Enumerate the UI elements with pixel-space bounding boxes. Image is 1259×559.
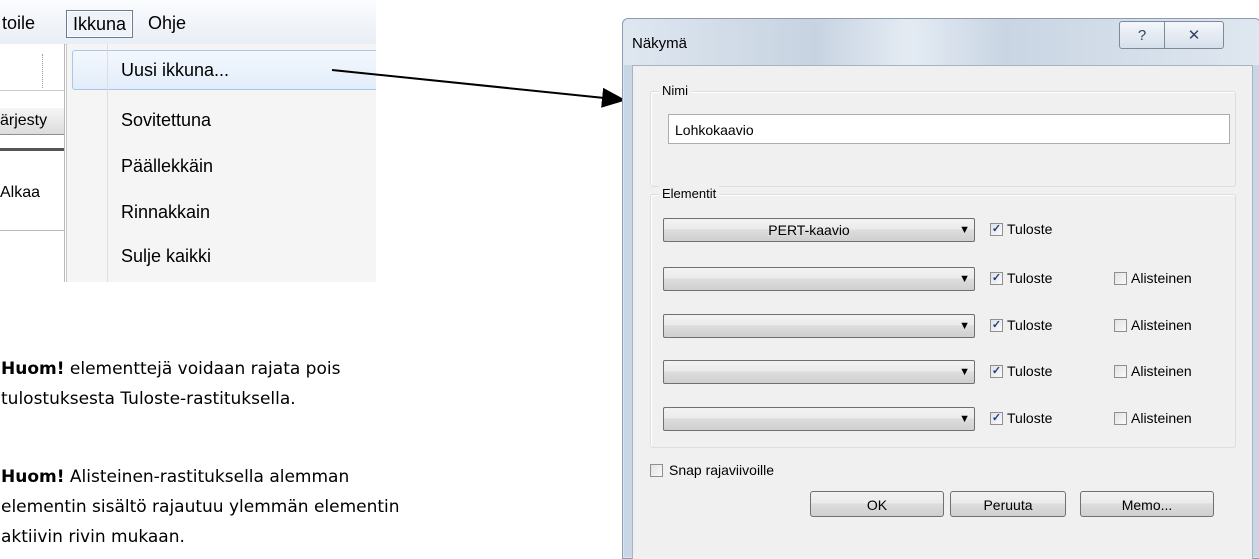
- element-combo[interactable]: ▼: [663, 314, 975, 338]
- chevron-down-icon: ▼: [959, 224, 970, 236]
- close-button[interactable]: ✕: [1164, 21, 1224, 49]
- column-header-alkaa: Alkaa: [0, 184, 41, 201]
- elements-group-legend: Elementit: [659, 186, 720, 201]
- menu-ohje[interactable]: Ohje: [142, 10, 192, 36]
- alisteinen-checkbox[interactable]: [1114, 412, 1127, 425]
- chevron-down-icon: ▼: [959, 273, 970, 285]
- tuloste-label: Tuloste: [1007, 270, 1053, 286]
- help-icon: ?: [1137, 26, 1147, 44]
- tuloste-label: Tuloste: [1007, 363, 1053, 379]
- tuloste-checkbox[interactable]: ✓: [990, 223, 1003, 236]
- menu-item-rinnakkain[interactable]: Rinnakkain: [121, 202, 210, 223]
- chevron-down-icon: ▼: [959, 366, 970, 378]
- element-combo-value: PERT-kaavio: [768, 222, 850, 238]
- tuloste-label: Tuloste: [1007, 221, 1053, 237]
- alisteinen-checkbox[interactable]: [1114, 272, 1127, 285]
- tuloste-checkbox[interactable]: ✓: [990, 412, 1003, 425]
- name-group-legend: Nimi: [659, 83, 691, 98]
- menu-item-paallekkain[interactable]: Päällekkäin: [121, 156, 213, 177]
- name-input[interactable]: Lohkokaavio: [668, 114, 1230, 144]
- note-alisteinen-emphasis: Huom!: [1, 467, 65, 487]
- nakyma-dialog: Näkymä ? ✕ Nimi Lohkokaavio Elementit PE…: [622, 18, 1259, 559]
- tuloste-label: Tuloste: [1007, 410, 1053, 426]
- toolbar-grip: [42, 54, 45, 88]
- snap-checkbox[interactable]: [650, 464, 663, 477]
- element-combo[interactable]: ▼: [663, 267, 975, 291]
- tuloste-checkbox[interactable]: ✓: [990, 272, 1003, 285]
- background-window-strip: ärjesty Alkaa: [0, 44, 65, 282]
- help-button[interactable]: ?: [1119, 21, 1165, 49]
- chevron-down-icon: ▼: [959, 320, 970, 332]
- note-alisteinen: Huom! Alisteinen-rastituksella alemman e…: [1, 462, 401, 552]
- cancel-button[interactable]: Peruuta: [950, 491, 1066, 517]
- chevron-down-icon: ▼: [959, 413, 970, 425]
- dialog-titlebar[interactable]: Näkymä ? ✕: [623, 19, 1259, 65]
- tuloste-checkbox[interactable]: ✓: [990, 319, 1003, 332]
- elements-group: Elementit PERT-kaavio ▼ ✓ Tuloste ▼ ✓ Tuloste A…: [650, 186, 1236, 448]
- note-tuloste: Huom! elementtejä voidaan rajata pois tu…: [1, 354, 401, 414]
- dialog-client-area: Nimi Lohkokaavio Elementit PERT-kaavio ▼ ✓…: [632, 65, 1253, 559]
- alisteinen-label: Alisteinen: [1131, 317, 1192, 333]
- note-tuloste-emphasis: Huom!: [1, 359, 65, 379]
- tuloste-checkbox[interactable]: ✓: [990, 365, 1003, 378]
- ok-button[interactable]: OK: [810, 491, 944, 517]
- menu-item-sulje-kaikki[interactable]: Sulje kaikki: [121, 246, 211, 267]
- alisteinen-checkbox[interactable]: [1114, 365, 1127, 378]
- alisteinen-label: Alisteinen: [1131, 363, 1192, 379]
- menu-ikkuna[interactable]: Ikkuna: [66, 10, 134, 38]
- alisteinen-label: Alisteinen: [1131, 270, 1192, 286]
- menu-muokkaa-partial[interactable]: toile: [0, 10, 41, 36]
- name-group: Nimi Lohkokaavio: [650, 83, 1236, 187]
- dialog-title: Näkymä: [632, 35, 688, 52]
- alisteinen-checkbox[interactable]: [1114, 319, 1127, 332]
- tuloste-label: Tuloste: [1007, 317, 1053, 333]
- menu-item-sovitettuna[interactable]: Sovitettuna: [121, 110, 211, 131]
- snap-label: Snap rajaviivoille: [669, 462, 775, 478]
- menu-bar: toile Ikkuna Ohje: [0, 0, 376, 45]
- alisteinen-label: Alisteinen: [1131, 410, 1192, 426]
- close-icon: ✕: [1187, 27, 1201, 44]
- column-header-jarjestys: ärjesty: [0, 108, 64, 135]
- element-combo[interactable]: ▼: [663, 360, 975, 384]
- element-combo[interactable]: PERT-kaavio ▼: [663, 218, 975, 242]
- ikkuna-dropdown-menu: Uusi ikkuna... Sovitettuna Päällekkäin R…: [66, 44, 376, 282]
- memo-button[interactable]: Memo...: [1080, 491, 1214, 517]
- element-combo[interactable]: ▼: [663, 407, 975, 431]
- menu-item-uusi-ikkuna[interactable]: Uusi ikkuna...: [121, 60, 229, 81]
- menu-screenshot: toile Ikkuna Ohje ärjesty Alkaa Uusi ikk…: [0, 0, 376, 282]
